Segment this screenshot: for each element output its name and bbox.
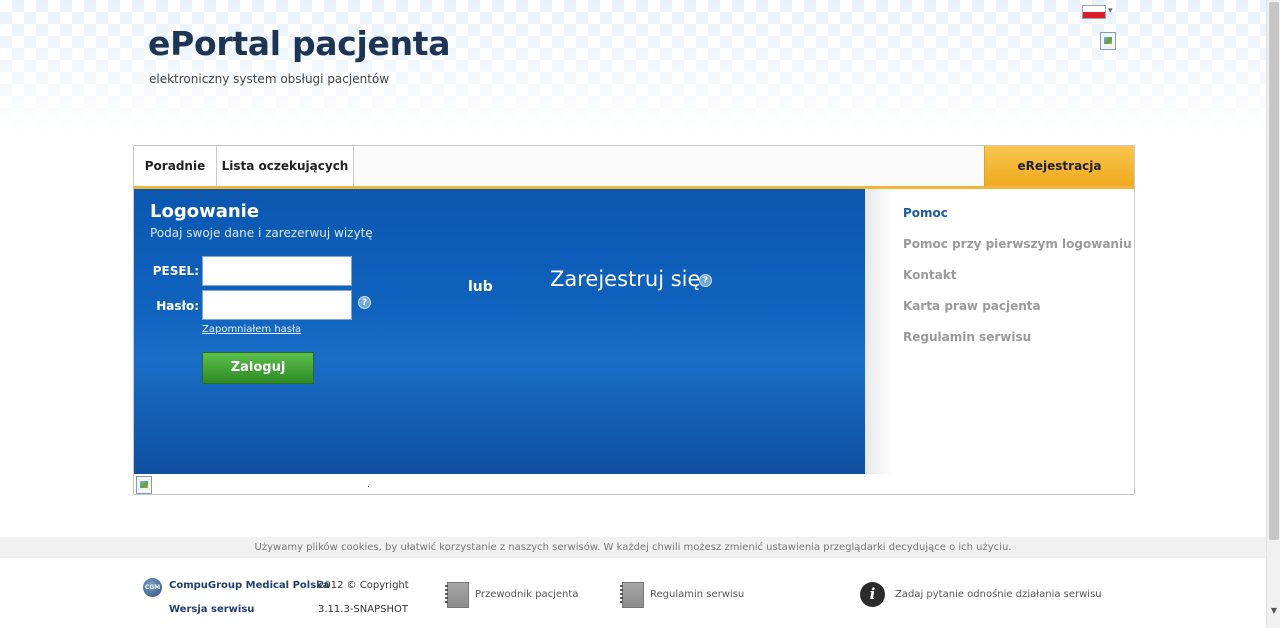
info-icon[interactable]: i	[860, 582, 885, 607]
password-help-icon[interactable]: ?	[358, 296, 371, 309]
bottom-strip: .	[133, 474, 1135, 495]
main-nav: Poradnie Lista oczekujących eRejestracja	[133, 145, 1135, 189]
version-label: Wersja serwisu	[169, 604, 255, 615]
password-label: Hasło:	[156, 299, 199, 313]
cookie-notice: Używamy plików cookies, by ułatwić korzy…	[0, 537, 1266, 558]
company-name: CompuGroup Medical Polska	[169, 580, 330, 591]
or-label: lub	[468, 279, 493, 295]
sidebar-item-contact[interactable]: Kontakt	[903, 268, 956, 282]
login-button[interactable]: Zaloguj	[202, 352, 314, 384]
version-value: 3.11.3-SNAPSHOT	[318, 604, 408, 615]
scrollbar-thumb[interactable]	[1269, 2, 1279, 540]
login-title: Logowanie	[150, 201, 260, 222]
header-fade	[0, 0, 1266, 135]
register-help-icon[interactable]: ?	[699, 274, 712, 287]
password-input[interactable]	[202, 290, 352, 320]
tab-erejestracja[interactable]: eRejestracja	[984, 146, 1134, 186]
sidebar-item-terms[interactable]: Regulamin serwisu	[903, 330, 1031, 344]
cgm-logo-icon: CGM	[143, 578, 162, 597]
document-icon[interactable]	[445, 582, 469, 608]
help-sidebar: Pomoc Pomoc przy pierwszym logowaniu Kon…	[865, 189, 1135, 474]
strip-dot: .	[367, 479, 371, 490]
patient-guide-link[interactable]: Przewodnik pacjenta	[475, 589, 578, 600]
forgot-password-link[interactable]: Zapomniałem hasła	[202, 324, 301, 335]
sidebar-item-patient-rights[interactable]: Karta praw pacjenta	[903, 299, 1041, 313]
login-subtitle: Podaj swoje dane i zarezerwuj wizytę	[150, 226, 373, 240]
tab-poradnie[interactable]: Poradnie	[134, 146, 217, 186]
page-title: ePortal pacjenta	[148, 24, 451, 63]
page-subtitle: elektroniczny system obsługi pacjentów	[149, 72, 390, 86]
ask-question-link[interactable]: Zadaj pytanie odnośnie działania serwisu	[895, 589, 1102, 600]
help-heading[interactable]: Pomoc	[903, 206, 948, 220]
copyright: 2012 © Copyright	[318, 580, 409, 591]
sidebar-item-first-login-help[interactable]: Pomoc przy pierwszym logowaniu	[903, 237, 1132, 251]
pesel-input[interactable]	[202, 256, 352, 286]
login-panel: Logowanie Podaj swoje dane i zarezerwuj …	[133, 189, 865, 474]
page-scrollbar[interactable]: ▼	[1266, 0, 1280, 628]
broken-image-icon	[136, 476, 152, 494]
broken-image-icon	[1100, 32, 1116, 50]
language-chevron-down-icon[interactable]: ▾	[1108, 6, 1113, 16]
scroll-down-arrow-icon[interactable]: ▼	[1269, 606, 1279, 616]
pl-flag-icon[interactable]	[1082, 5, 1106, 19]
terms-link[interactable]: Regulamin serwisu	[650, 589, 744, 600]
document-icon[interactable]	[620, 582, 644, 608]
tab-lista-oczekujacych[interactable]: Lista oczekujących	[217, 146, 354, 186]
pesel-label: PESEL:	[152, 264, 199, 278]
register-link[interactable]: Zarejestruj się	[550, 267, 700, 291]
